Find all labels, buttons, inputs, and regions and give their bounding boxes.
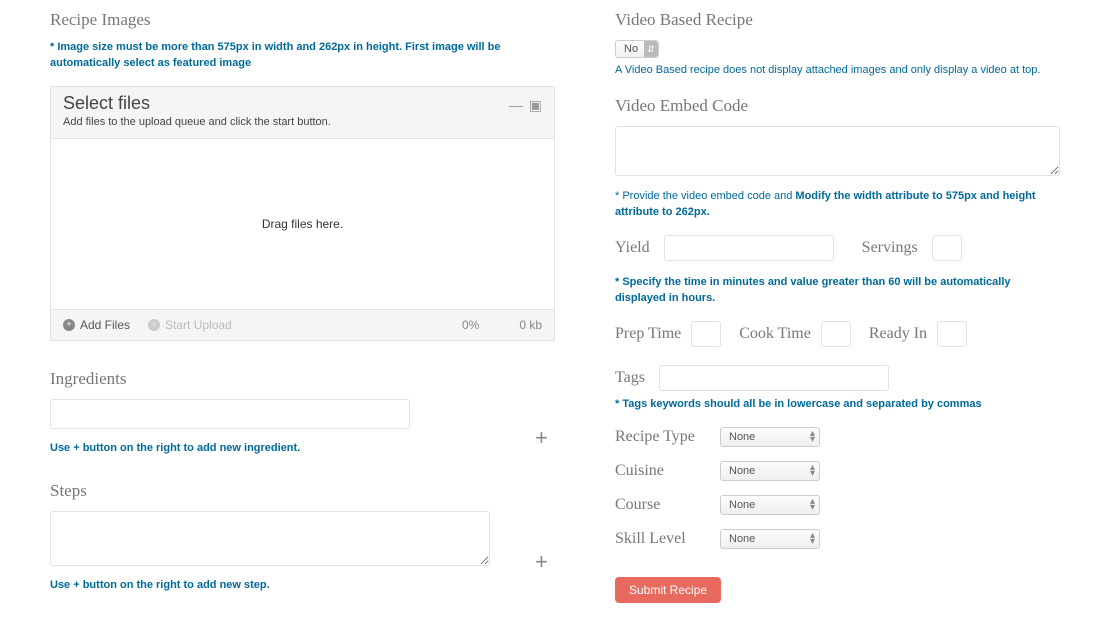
submit-recipe-button[interactable]: Submit Recipe (615, 577, 721, 603)
drop-zone[interactable]: Drag files here. (51, 139, 554, 309)
cuisine-label: Cuisine (615, 462, 720, 480)
skill-level-select[interactable]: None ▴▾ (720, 529, 820, 549)
ingredient-input[interactable] (50, 399, 410, 429)
course-select[interactable]: None ▴▾ (720, 495, 820, 515)
uploader-title: Select files (63, 93, 331, 114)
recipe-type-label: Recipe Type (615, 428, 720, 446)
plus-circle-icon: + (63, 319, 75, 331)
time-hint: * Specify the time in minutes and value … (615, 275, 1060, 307)
embed-code-textarea[interactable] (615, 126, 1060, 176)
add-files-label: Add Files (80, 318, 130, 332)
updown-arrow-icon: ▴▾ (810, 465, 815, 476)
drop-zone-text: Drag files here. (262, 217, 343, 231)
ready-in-input[interactable] (937, 321, 967, 347)
video-based-heading: Video Based Recipe (615, 10, 1060, 30)
recipe-type-select[interactable]: None ▴▾ (720, 427, 820, 447)
start-upload-button[interactable]: ↑ Start Upload (148, 318, 232, 332)
prep-time-input[interactable] (691, 321, 721, 347)
prep-time-label: Prep Time (615, 325, 681, 343)
updown-arrow-icon: ▴▾ (810, 533, 815, 544)
course-label: Course (615, 496, 720, 514)
embed-hint: * Provide the video embed code and Modif… (615, 189, 1060, 221)
file-uploader: Select files Add files to the upload que… (50, 86, 555, 341)
recipe-images-heading: Recipe Images (50, 10, 555, 30)
ingredients-hint: Use + button on the right to add new ing… (50, 441, 555, 457)
course-value: None (729, 499, 755, 511)
servings-label: Servings (862, 239, 918, 257)
image-size-hint: * Image size must be more than 575px in … (50, 40, 555, 72)
yield-label: Yield (615, 239, 650, 257)
add-ingredient-button[interactable]: + (535, 425, 548, 450)
dropdown-arrow-icon: ⇵ (644, 41, 658, 57)
ingredients-heading: Ingredients (50, 369, 555, 389)
video-based-value: No (616, 43, 644, 55)
cuisine-value: None (729, 465, 755, 477)
uploader-subtitle: Add files to the upload queue and click … (63, 116, 331, 128)
yield-input[interactable] (664, 235, 834, 261)
embed-heading: Video Embed Code (615, 96, 1060, 116)
upload-progress: 0% (462, 318, 479, 332)
ready-in-label: Ready In (869, 325, 927, 343)
thumb-view-icon[interactable]: ▣ (529, 97, 542, 114)
embed-hint-prefix: * Provide the video embed code and (615, 190, 795, 202)
step-textarea[interactable] (50, 511, 490, 566)
skill-level-label: Skill Level (615, 530, 720, 548)
tags-hint: * Tags keywords should all be in lowerca… (615, 397, 1060, 413)
upload-size-total: 0 kb (519, 318, 542, 332)
cuisine-select[interactable]: None ▴▾ (720, 461, 820, 481)
up-circle-icon: ↑ (148, 319, 160, 331)
updown-arrow-icon: ▴▾ (810, 499, 815, 510)
start-upload-label: Start Upload (165, 318, 232, 332)
add-step-button[interactable]: + (535, 549, 548, 574)
tags-label: Tags (615, 369, 645, 387)
skill-level-value: None (729, 533, 755, 545)
steps-heading: Steps (50, 481, 555, 501)
servings-input[interactable] (932, 235, 962, 261)
cook-time-label: Cook Time (739, 325, 811, 343)
cook-time-input[interactable] (821, 321, 851, 347)
list-view-icon[interactable]: — (509, 97, 521, 114)
tags-input[interactable] (659, 365, 889, 391)
add-files-button[interactable]: + Add Files (63, 318, 130, 332)
updown-arrow-icon: ▴▾ (810, 431, 815, 442)
steps-hint: Use + button on the right to add new ste… (50, 578, 555, 594)
recipe-type-value: None (729, 431, 755, 443)
video-based-hint: A Video Based recipe does not display at… (615, 64, 1060, 76)
video-based-select[interactable]: No ⇵ (615, 40, 659, 58)
